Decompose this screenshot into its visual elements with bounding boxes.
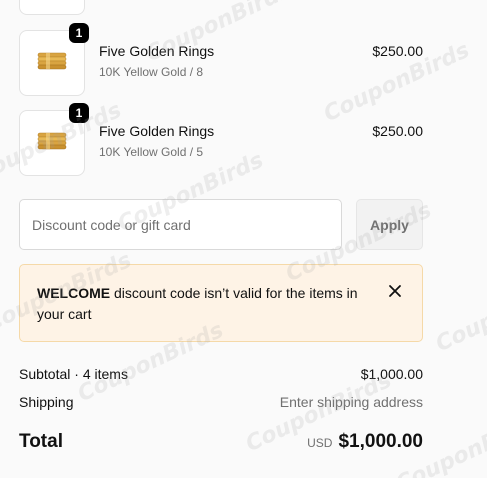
product-price: $250.00 [372, 43, 423, 59]
close-icon [389, 285, 401, 297]
checkout-order-summary: 1 Five Golden Rings 10K Yellow Gold / 8 … [0, 0, 487, 478]
total-amount: $1,000.00 [338, 431, 423, 452]
quantity-badge: 1 [69, 23, 89, 43]
dismiss-notice-button[interactable] [387, 284, 403, 300]
subtotal-value: $1,000.00 [360, 366, 423, 382]
product-variant: 10K Yellow Gold / 5 [99, 145, 204, 159]
shipping-label: Shipping [19, 394, 74, 410]
total-row: Total USD $1,000.00 [19, 431, 423, 455]
line-item: 1 Five Golden Rings 10K Yellow Gold / 8 … [19, 23, 423, 96]
product-name: Five Golden Rings [99, 123, 215, 139]
subtotal-label: Subtotal · 4 items [19, 366, 128, 382]
product-thumbnail-partial [19, 0, 85, 15]
discount-code-input[interactable] [19, 199, 342, 250]
shipping-value: Enter shipping address [279, 394, 423, 410]
product-price: $250.00 [372, 123, 423, 139]
discount-code-name: WELCOME [37, 285, 111, 301]
product-name: Five Golden Rings [99, 43, 215, 59]
notice-text: WELCOME discount code isn’t valid for th… [37, 285, 358, 322]
subtotal-row: Subtotal · 4 items $1,000.00 [19, 366, 423, 382]
line-item: 1 Five Golden Rings 10K Yellow Gold / 5 … [19, 103, 423, 176]
shipping-row: Shipping Enter shipping address [19, 394, 423, 410]
apply-discount-button[interactable]: Apply [356, 199, 423, 250]
watermark: CouponBirds [432, 267, 487, 358]
product-variant: 10K Yellow Gold / 8 [99, 65, 204, 79]
total-currency: USD [307, 436, 333, 450]
gold-rings-icon [37, 52, 67, 75]
discount-form: Apply [19, 199, 423, 250]
quantity-badge: 1 [69, 103, 89, 123]
total-value-group: USD $1,000.00 [307, 431, 423, 453]
discount-error-notice: WELCOME discount code isn’t valid for th… [19, 264, 423, 342]
total-label: Total [19, 431, 63, 452]
gold-rings-icon [37, 132, 67, 155]
